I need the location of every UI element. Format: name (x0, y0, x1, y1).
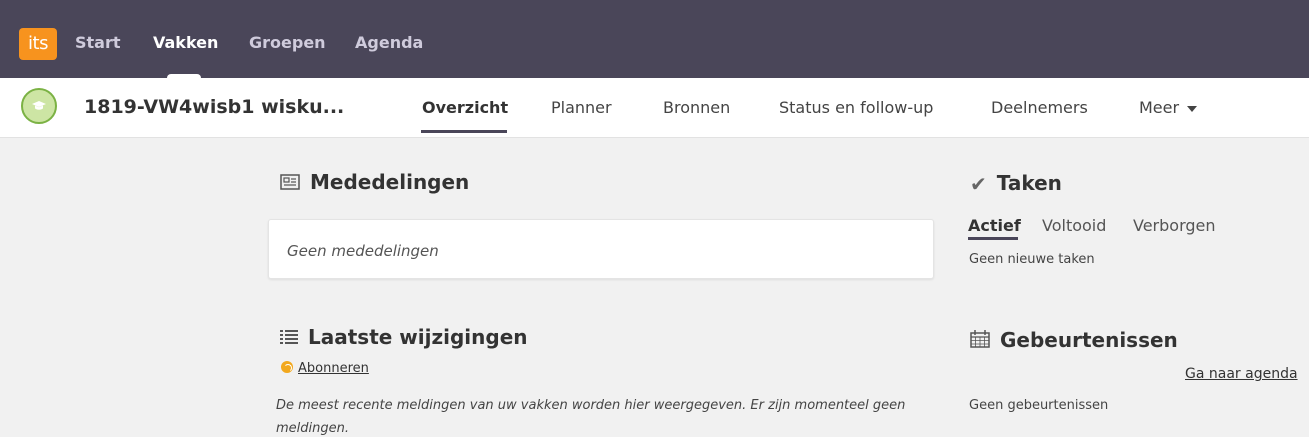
mededelingen-card: Geen mededelingen (268, 219, 934, 279)
nav-start[interactable]: Start (75, 33, 121, 52)
gebeurtenissen-title: Gebeurtenissen (1000, 328, 1178, 352)
nav-vakken[interactable]: Vakken (153, 33, 218, 52)
go-to-agenda-label: Ga naar agenda (1185, 366, 1298, 382)
tab-meer[interactable]: Meer (1139, 98, 1198, 117)
newspaper-icon (280, 174, 300, 190)
tab-planner[interactable]: Planner (551, 98, 612, 117)
mededelingen-title: Mededelingen (310, 170, 470, 194)
taken-active-tab-indicator (968, 237, 1018, 240)
tab-bronnen[interactable]: Bronnen (663, 98, 730, 117)
graduation-cap-icon (32, 101, 46, 110)
wijzigingen-title: Laatste wijzigingen (308, 325, 528, 349)
chevron-down-icon (1187, 105, 1198, 112)
gebeurtenissen-empty: Geen gebeurtenissen (969, 398, 1109, 413)
taken-title: Taken (996, 171, 1062, 195)
tab-deelnemers[interactable]: Deelnemers (991, 98, 1088, 117)
taken-heading: ✔ Taken (970, 171, 1062, 196)
active-tab-indicator (421, 130, 507, 133)
wijzigingen-heading: Laatste wijzigingen (280, 325, 528, 349)
go-to-agenda-link[interactable]: Ga naar agenda (1185, 366, 1298, 382)
its-logo[interactable]: its (19, 28, 57, 60)
tab-status-en-follow-up[interactable]: Status en follow-up (779, 98, 933, 117)
nav-groepen[interactable]: Groepen (249, 33, 326, 52)
tab-meer-label: Meer (1139, 98, 1180, 117)
course-header: 1819-VW4wisb1 wisku... Overzicht Planner… (0, 78, 1309, 138)
taken-tab-verborgen[interactable]: Verborgen (1133, 216, 1216, 235)
tab-overzicht[interactable]: Overzicht (422, 98, 508, 117)
course-avatar[interactable] (21, 88, 57, 124)
wijzigingen-description: De meest recente meldingen van uw vakken… (276, 398, 906, 436)
mededelingen-empty: Geen mededelingen (287, 242, 439, 260)
gebeurtenissen-heading: Gebeurtenissen (970, 328, 1178, 352)
taken-tab-voltooid[interactable]: Voltooid (1042, 216, 1106, 235)
taken-tab-actief[interactable]: Actief (968, 216, 1021, 235)
calendar-icon (970, 330, 990, 348)
checkmark-icon: ✔ (970, 172, 987, 196)
top-navigation-bar: its Start Vakken Groepen Agenda (0, 0, 1309, 80)
subscribe-row: Abonneren (281, 361, 369, 376)
subscribe-link[interactable]: Abonneren (298, 361, 369, 376)
taken-empty: Geen nieuwe taken (969, 252, 1095, 267)
course-title[interactable]: 1819-VW4wisb1 wisku... (84, 96, 344, 118)
nav-agenda[interactable]: Agenda (355, 33, 423, 52)
list-icon (280, 330, 298, 344)
rss-icon (281, 361, 293, 373)
mededelingen-heading: Mededelingen (280, 170, 469, 194)
